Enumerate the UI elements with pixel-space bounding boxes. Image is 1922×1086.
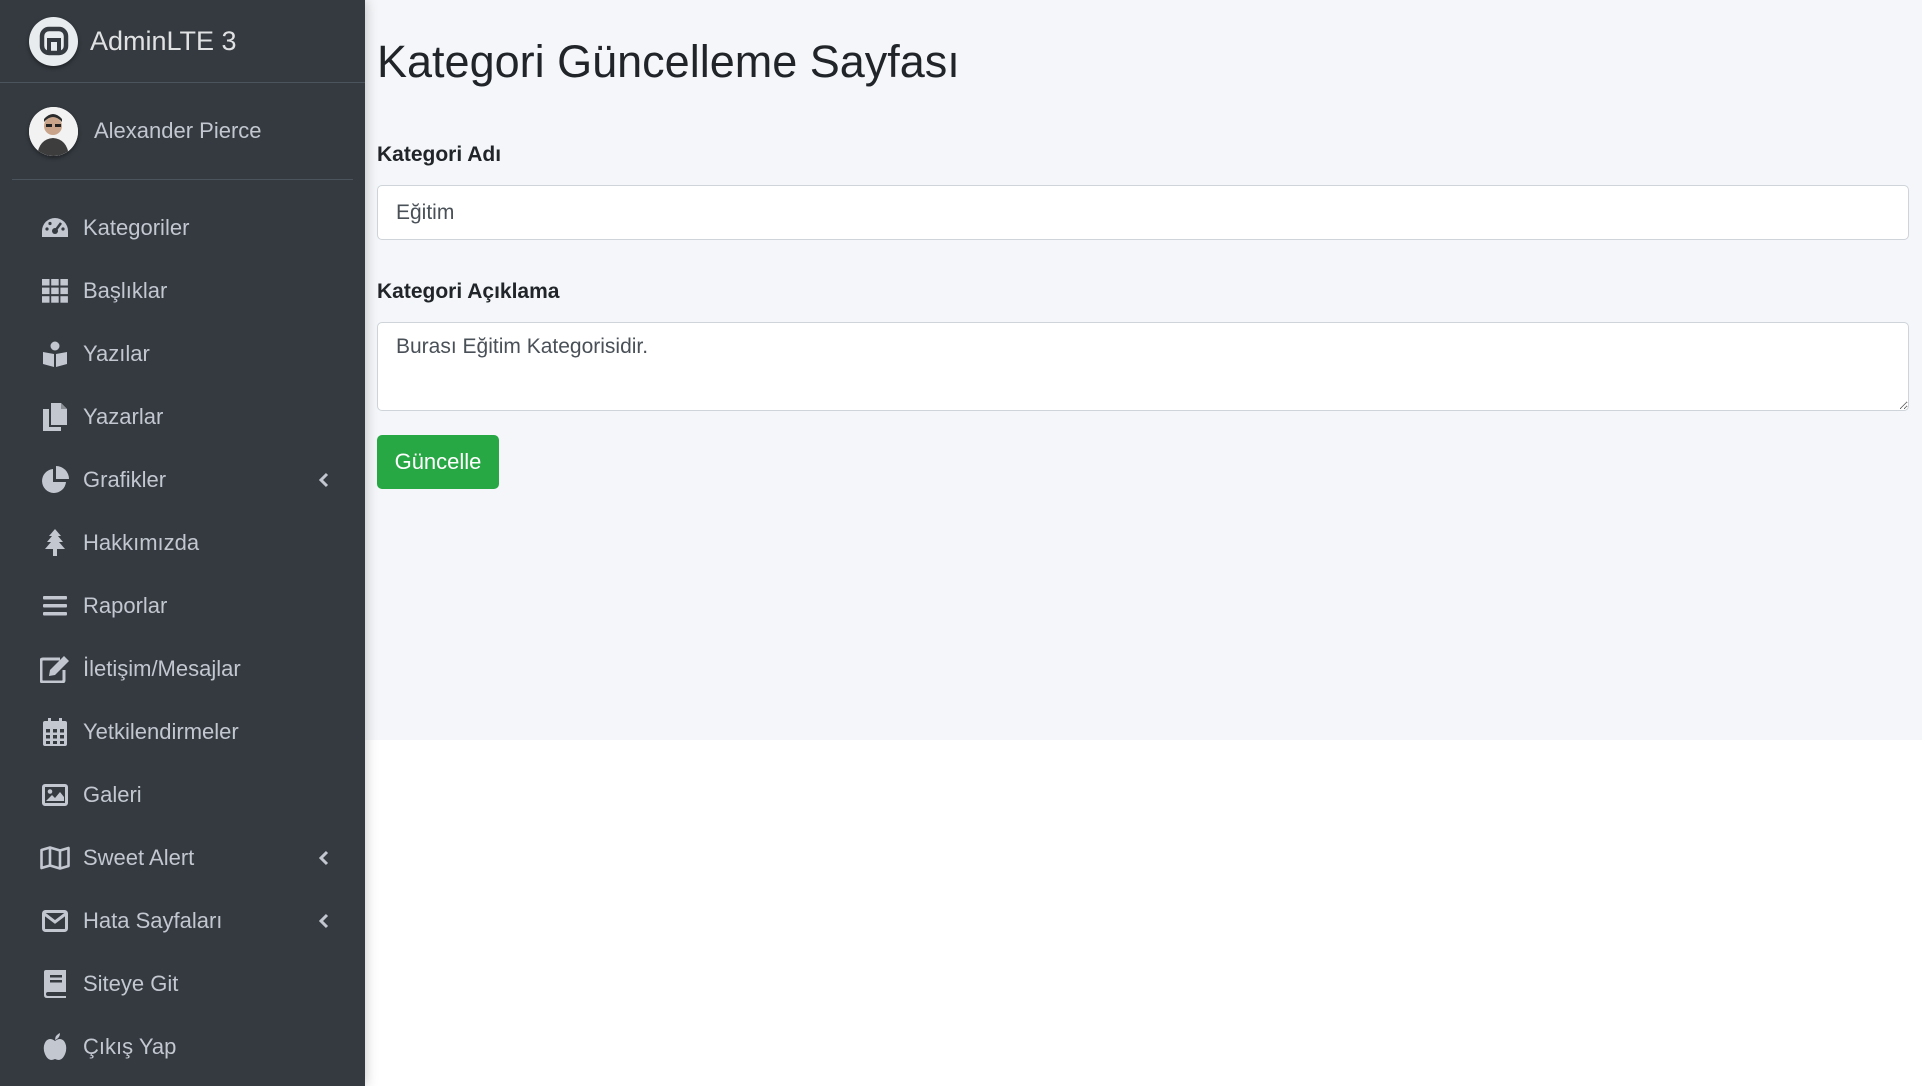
sidebar-item-label: Yazılar <box>83 340 150 366</box>
sidebar-item-label: Yetkilendirmeler <box>83 718 239 744</box>
brand-text: AdminLTE 3 <box>90 25 237 56</box>
brand-logo <box>29 16 78 66</box>
sidebar-item-label: Yazarlar <box>83 403 164 429</box>
sidebar-item-galeri[interactable]: Galeri <box>0 763 365 826</box>
chevron-left-icon <box>317 849 331 867</box>
sidebar-item-cikis-yap[interactable]: Çıkış Yap <box>0 1015 365 1078</box>
category-description-textarea[interactable]: Burası Eğitim Kategorisidir. <box>377 322 1909 411</box>
tachometer-icon <box>40 213 70 243</box>
sidebar-item-yazarlar[interactable]: Yazarlar <box>0 385 365 448</box>
sidebar-item-label: Kategoriler <box>83 214 190 240</box>
content-wrapper: Kategori Güncelleme Sayfası Kategori Adı… <box>365 0 1922 740</box>
sidebar-item-label: Hata Sayfaları <box>83 907 223 933</box>
sidebar-item-label: Başlıklar <box>83 277 168 303</box>
update-button[interactable]: Güncelle <box>377 435 499 489</box>
sidebar-item-label: Siteye Git <box>83 970 179 996</box>
sidebar-item-raporlar[interactable]: Raporlar <box>0 574 365 637</box>
chart-pie-icon <box>40 465 70 495</box>
calendar-icon <box>40 717 70 747</box>
bars-icon <box>40 591 70 621</box>
category-name-label: Kategori Adı <box>377 143 502 166</box>
map-icon <box>40 843 70 873</box>
tree-icon <box>40 528 70 558</box>
book-reader-icon <box>40 339 70 369</box>
sidebar-item-label: Sweet Alert <box>83 844 195 870</box>
main-sidebar: AdminLTE 3 Alexander Pierce Kategoriler <box>0 0 365 1086</box>
brand-link[interactable]: AdminLTE 3 <box>0 0 365 83</box>
grid-icon <box>40 276 70 306</box>
sidebar-item-label: Hakkımızda <box>83 529 200 555</box>
sidebar-item-kategoriler[interactable]: Kategoriler <box>0 196 365 259</box>
sidebar-nav: Kategoriler Başlıklar Yazılar Yazarlar G… <box>0 180 365 1078</box>
category-description-label: Kategori Açıklama <box>377 280 560 303</box>
category-name-input[interactable] <box>377 185 1909 240</box>
sidebar-item-basliklar[interactable]: Başlıklar <box>0 259 365 322</box>
user-panel: Alexander Pierce <box>12 83 353 180</box>
sidebar-item-label: Çıkış Yap <box>83 1033 177 1059</box>
sidebar-item-yazilar[interactable]: Yazılar <box>0 322 365 385</box>
image-icon <box>40 780 70 810</box>
sidebar-item-label: Grafikler <box>83 466 167 492</box>
copy-icon <box>40 402 70 432</box>
sidebar-item-label: İletişim/Mesajlar <box>83 655 241 681</box>
user-name[interactable]: Alexander Pierce <box>94 118 262 144</box>
sidebar-item-yetkilendirmeler[interactable]: Yetkilendirmeler <box>0 700 365 763</box>
sidebar-item-label: Galeri <box>83 781 142 807</box>
edit-icon <box>40 654 70 684</box>
sidebar-item-hata-sayfalari[interactable]: Hata Sayfaları <box>0 889 365 952</box>
sidebar-item-siteye-git[interactable]: Siteye Git <box>0 952 365 1015</box>
user-avatar[interactable] <box>29 106 78 156</box>
chevron-left-icon <box>317 912 331 930</box>
sidebar-item-sweet-alert[interactable]: Sweet Alert <box>0 826 365 889</box>
page-title: Kategori Güncelleme Sayfası <box>377 36 960 87</box>
sidebar-item-grafikler[interactable]: Grafikler <box>0 448 365 511</box>
sidebar-item-hakkimizda[interactable]: Hakkımızda <box>0 511 365 574</box>
sidebar-item-label: Raporlar <box>83 592 168 618</box>
chevron-left-icon <box>317 471 331 489</box>
envelope-icon <box>40 906 70 936</box>
apple-icon <box>40 1032 70 1062</box>
sidebar-item-iletisim[interactable]: İletişim/Mesajlar <box>0 637 365 700</box>
book-icon <box>40 969 70 999</box>
